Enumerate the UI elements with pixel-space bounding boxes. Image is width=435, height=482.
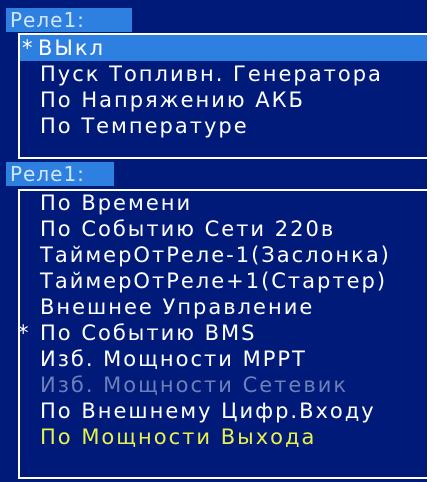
menu2-header: Реле1: [6, 162, 114, 186]
menu2-item-timer-plus[interactable]: ТаймерОтРеле+1(Стартер) [40, 268, 387, 294]
menu1-item-fuel-generator[interactable]: Пуск Топливн. Генератора [40, 61, 383, 87]
menu2-item-label: Изб. Мощности МРРТ [40, 347, 307, 371]
menu2-item-label: По Мощности Выхода [40, 425, 317, 449]
menu2-item-label: По Времени [40, 191, 193, 215]
menu2-item-grid-excess: Изб. Мощности Сетевик [40, 372, 348, 398]
menu2-item-label: Внешнее Управление [40, 295, 315, 319]
menu1-item-temperature[interactable]: По Температуре [40, 113, 249, 139]
menu1-item-label: По Напряжению АКБ [40, 88, 305, 112]
menu2-item-by-time[interactable]: По Времени [40, 190, 192, 216]
menu1-item-label: Пуск Топливн. Генератора [40, 62, 383, 86]
menu2-item-external-control[interactable]: Внешнее Управление [40, 294, 314, 320]
relay-settings-screen: Реле1: * ВЫкл Пуск Топливн. Генератора По… [0, 0, 427, 482]
menu2-item-label: ТаймерОтРеле-1(Заслонка) [40, 243, 391, 267]
menu2-item-timer-minus[interactable]: ТаймерОтРеле-1(Заслонка) [40, 242, 391, 268]
selected-marker: * [18, 321, 31, 345]
menu1-item-label: ВЫкл [38, 36, 106, 60]
menu2-item-label: По Событию Сети 220в [40, 217, 336, 241]
menu2-item-label: По Внешнему Цифр.Входу [40, 399, 376, 423]
menu1-header: Реле1: [6, 8, 132, 32]
menu2-item-label: ТаймерОтРеле+1(Стартер) [40, 269, 388, 293]
menu2-item-bms-event[interactable]: * По Событию BMS [18, 320, 257, 346]
menu1-item-battery-voltage[interactable]: По Напряжению АКБ [40, 87, 305, 113]
menu2-item-digital-input[interactable]: По Внешнему Цифр.Входу [40, 398, 376, 424]
menu1-item-label: По Температуре [40, 114, 249, 138]
menu2-item-label: Изб. Мощности Сетевик [40, 373, 349, 397]
menu2-item-grid-event[interactable]: По Событию Сети 220в [40, 216, 335, 242]
menu2-item-label: По Событию BMS [40, 321, 257, 345]
menu1-item-off[interactable]: * ВЫкл [20, 35, 427, 61]
menu2-item-mppt-excess[interactable]: Изб. Мощности МРРТ [40, 346, 307, 372]
selected-marker: * [22, 36, 35, 60]
menu2-item-output-power[interactable]: По Мощности Выхода [40, 424, 316, 450]
